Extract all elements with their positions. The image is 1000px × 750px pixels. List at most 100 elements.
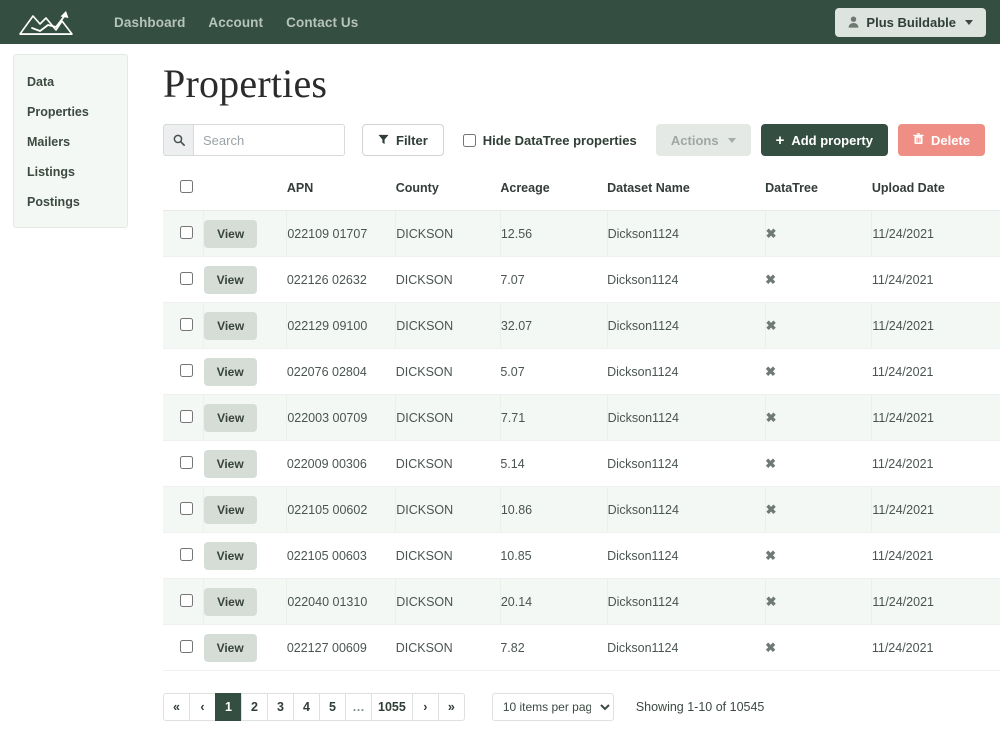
row-select-cell — [163, 302, 204, 349]
view-button[interactable]: View — [204, 219, 258, 248]
search-input[interactable] — [193, 124, 345, 156]
view-button[interactable]: View — [203, 541, 257, 570]
table-row[interactable]: View 022127 00609 DICKSON 7.82 Dickson1124 ✖ 1… — [163, 624, 1000, 671]
cell-county: DICKSON — [395, 348, 501, 395]
row-select-checkbox[interactable] — [180, 317, 193, 331]
page-title: Properties — [163, 61, 328, 106]
search-icon[interactable] — [163, 124, 193, 156]
table-row[interactable]: View 022109 01707 DICKSON 12.56 Dickson1124 ✖… — [163, 210, 1000, 257]
pagination-page-4[interactable]: 4 — [293, 693, 320, 721]
row-select-cell — [163, 532, 204, 579]
column-header-county[interactable]: County — [395, 172, 501, 211]
page-body: Data Properties Mailers Listings Posting… — [0, 44, 1000, 721]
row-select-checkbox[interactable] — [180, 501, 193, 515]
hide-datatree-label: Hide DataTree properties — [482, 132, 637, 148]
column-header-acreage[interactable]: Acreage — [500, 172, 608, 211]
view-button[interactable]: View — [203, 357, 257, 386]
add-property-button[interactable]: + Add property — [760, 124, 888, 156]
cell-dataset-name: Dickson1124 — [606, 486, 766, 533]
sidebar-item-data[interactable]: Data — [14, 67, 127, 97]
view-button[interactable]: View — [203, 633, 257, 662]
select-all-checkbox[interactable] — [180, 180, 193, 193]
row-select-checkbox[interactable] — [180, 455, 193, 469]
row-select-cell — [163, 394, 204, 441]
row-select-checkbox[interactable] — [180, 409, 193, 423]
sidebar-item-postings[interactable]: Postings — [14, 187, 127, 217]
cell-datatree: ✖ — [765, 440, 872, 487]
table-row[interactable]: View 022126 02632 DICKSON 7.07 Dickson1124 ✖ 1… — [163, 256, 1000, 303]
row-select-checkbox[interactable] — [180, 547, 193, 561]
mountain-chart-logo[interactable] — [18, 7, 74, 37]
row-view-cell: View — [203, 302, 287, 349]
row-view-cell: View — [203, 256, 287, 303]
hide-datatree-checkbox-group[interactable]: Hide DataTree properties — [462, 132, 637, 148]
user-menu-button[interactable]: Plus Buildable — [835, 7, 986, 37]
row-select-cell — [163, 440, 204, 487]
cell-datatree: ✖ — [765, 532, 872, 579]
view-button[interactable]: View — [204, 311, 258, 340]
column-header-datatree[interactable]: DataTree — [765, 172, 872, 211]
pagination-last-button[interactable]: » — [437, 693, 465, 721]
table-row[interactable]: View 022105 00603 DICKSON 10.85 Dickson1124 ✖… — [163, 532, 1000, 579]
cell-county: DICKSON — [395, 210, 501, 257]
pagination-page-5[interactable]: 5 — [319, 693, 346, 721]
cell-dataset-name: Dickson1124 — [607, 348, 766, 395]
nav-link-contact-us[interactable]: Contact Us — [286, 15, 358, 30]
cell-county: DICKSON — [395, 394, 501, 441]
row-view-cell: View — [203, 578, 287, 625]
pagination-page-2[interactable]: 2 — [241, 693, 268, 721]
delete-button[interactable]: Delete — [897, 124, 985, 156]
nav-link-account[interactable]: Account — [208, 15, 263, 30]
select-all-header — [163, 172, 204, 211]
cell-apn: 022076 02804 — [286, 348, 396, 395]
filter-button[interactable]: Filter — [362, 124, 444, 156]
column-header-dataset-name[interactable]: Dataset Name — [607, 172, 766, 211]
per-page-select[interactable]: 10 items per page25 items per page50 ite… — [491, 693, 614, 721]
sidebar-item-properties[interactable]: Properties — [14, 97, 127, 127]
datatree-false-icon: ✖ — [765, 639, 776, 655]
cell-apn: 022105 00602 — [286, 486, 396, 533]
cell-apn: 022109 01707 — [286, 210, 396, 257]
pagination-first-button[interactable]: « — [163, 693, 190, 721]
view-button[interactable]: View — [203, 265, 257, 294]
table-row[interactable]: View 022009 00306 DICKSON 5.14 Dickson1124 ✖ 1… — [163, 440, 1000, 487]
cell-acreage: 7.82 — [500, 624, 608, 671]
table-row[interactable]: View 022003 00709 DICKSON 7.71 Dickson1124 ✖ 1… — [163, 394, 1000, 441]
view-button[interactable]: View — [204, 587, 258, 616]
pagination-prev-button[interactable]: ‹ — [189, 693, 216, 721]
pagination-page-3[interactable]: 3 — [267, 693, 294, 721]
hide-datatree-checkbox[interactable] — [462, 133, 476, 147]
row-select-checkbox[interactable] — [180, 593, 193, 607]
sidebar-item-listings[interactable]: Listings — [14, 157, 127, 187]
table-row[interactable]: View 022040 01310 DICKSON 20.14 Dickson1124 ✖… — [163, 578, 1000, 625]
column-header-apn[interactable]: APN — [286, 172, 396, 211]
cell-county: DICKSON — [395, 256, 501, 303]
table-row[interactable]: View 022105 00602 DICKSON 10.86 Dickson1124 ✖… — [163, 486, 1000, 533]
column-header-upload-date[interactable]: Upload Date — [871, 172, 1000, 211]
row-select-checkbox[interactable] — [180, 363, 193, 377]
pagination-page-1055[interactable]: 1055 — [371, 693, 413, 721]
cell-acreage: 12.56 — [499, 210, 608, 257]
delete-button-label: Delete — [930, 132, 970, 148]
row-select-checkbox[interactable] — [180, 639, 193, 653]
view-button[interactable]: View — [203, 449, 257, 478]
datatree-false-icon: ✖ — [765, 455, 776, 471]
view-button[interactable]: View — [204, 403, 258, 432]
table-row[interactable]: View 022076 02804 DICKSON 5.07 Dickson1124 ✖ 1… — [163, 348, 1000, 395]
pagination-page-1[interactable]: 1 — [215, 693, 242, 721]
navbar-right: Plus Buildable — [835, 7, 986, 37]
cell-apn: 022040 01310 — [286, 578, 396, 625]
row-select-cell — [163, 578, 204, 625]
datatree-false-icon: ✖ — [765, 501, 777, 517]
search-group — [163, 124, 345, 156]
view-button[interactable]: View — [204, 495, 258, 524]
cell-datatree: ✖ — [765, 348, 872, 395]
sidebar-item-mailers[interactable]: Mailers — [14, 127, 127, 157]
table-body: View 022109 01707 DICKSON 12.56 Dickson1124 ✖… — [163, 210, 1000, 671]
row-select-checkbox[interactable] — [180, 225, 193, 239]
table-row[interactable]: View 022129 09100 DICKSON 32.07 Dickson1124 ✖… — [163, 302, 1000, 349]
nav-link-dashboard[interactable]: Dashboard — [114, 15, 185, 30]
row-select-checkbox[interactable] — [180, 271, 193, 285]
actions-button[interactable]: Actions — [655, 124, 751, 156]
pagination-next-button[interactable]: › — [411, 693, 439, 721]
